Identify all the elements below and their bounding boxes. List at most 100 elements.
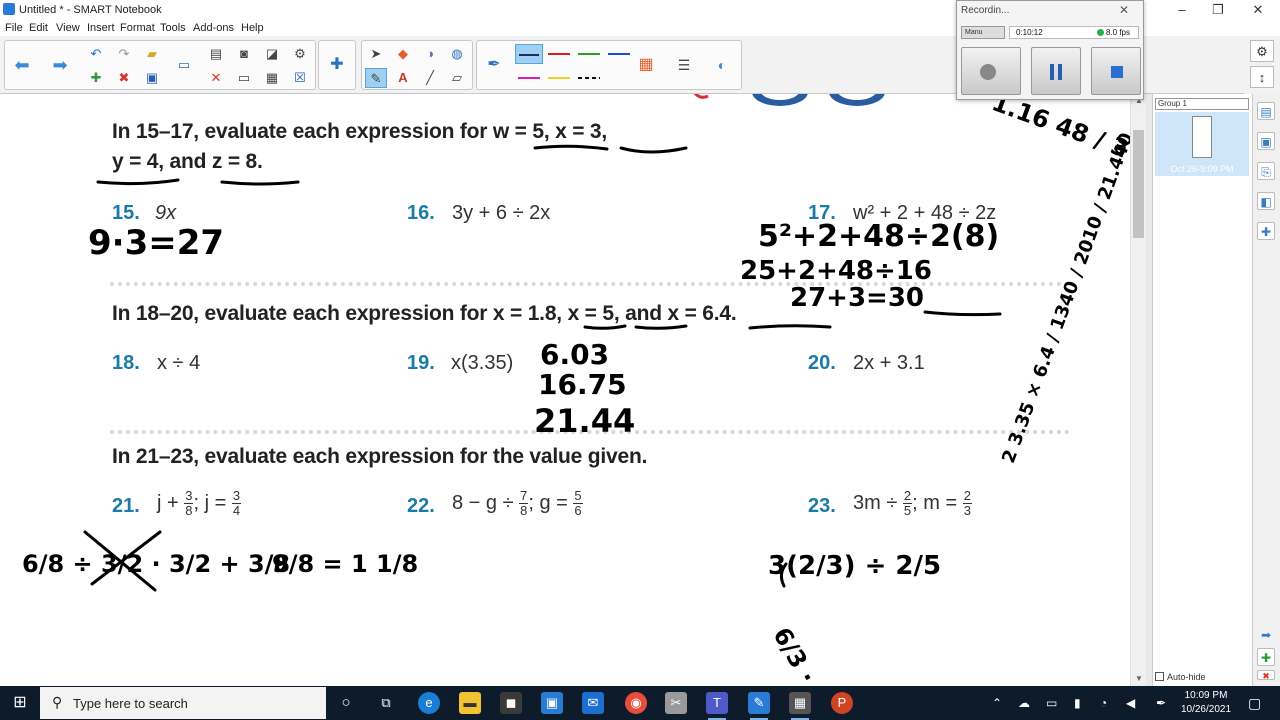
- clear-icon[interactable]: ✕: [205, 68, 227, 88]
- menu-tools[interactable]: Tools: [160, 22, 186, 34]
- tray-chevron-icon[interactable]: ⌃: [992, 686, 1002, 720]
- close-window-button[interactable]: ✕: [1240, 0, 1276, 20]
- pen-tray-icon[interactable]: ✒: [1156, 686, 1166, 720]
- battery-icon[interactable]: ▮: [1074, 686, 1081, 720]
- color-palette-icon[interactable]: ▦: [635, 55, 657, 75]
- sharing-icon[interactable]: ⚙: [289, 44, 311, 64]
- settings-gear-icon[interactable]: ⚙: [1250, 40, 1274, 62]
- menu-edit[interactable]: Edit: [29, 22, 48, 34]
- full-screen-icon[interactable]: ▭: [233, 68, 255, 88]
- maximize-button[interactable]: ❐: [1200, 0, 1236, 20]
- capture-icon[interactable]: ◙: [233, 44, 255, 64]
- pause-button[interactable]: [1031, 47, 1081, 95]
- mail-icon[interactable]: ✉: [582, 692, 604, 714]
- file-explorer-icon[interactable]: ▬: [459, 692, 481, 714]
- scrollbar-thumb[interactable]: [1133, 130, 1144, 238]
- puzzle-icon[interactable]: ✚: [326, 55, 348, 75]
- side-tabs: ▤ ▣ ⎘ ◧ ✚ ➡ ✚ ✖: [1252, 94, 1280, 686]
- taskbar-clock[interactable]: 10:09 PM 10/26/2021: [1178, 689, 1234, 717]
- attachments-tab-icon[interactable]: ⎘: [1257, 162, 1275, 180]
- menu-view[interactable]: View: [56, 22, 80, 34]
- select-icon[interactable]: ➤: [365, 44, 387, 64]
- pen-style-green[interactable]: [575, 44, 603, 64]
- magic-pen-icon[interactable]: ◑: [419, 44, 441, 64]
- snip-tool-icon[interactable]: ✂: [665, 692, 687, 714]
- recorder-mode-dropdown[interactable]: Manu: [961, 26, 1005, 39]
- screen-shade-icon[interactable]: ▭: [173, 55, 195, 75]
- recorder-close-button[interactable]: ✕: [1119, 3, 1129, 17]
- teams-icon[interactable]: T: [706, 692, 728, 720]
- move-toolbar-icon[interactable]: ↕: [1250, 66, 1274, 88]
- task-view-icon[interactable]: ⧉: [375, 692, 397, 714]
- page-sorter-tab-icon[interactable]: ▤: [1257, 102, 1275, 120]
- paste-icon[interactable]: ▤: [205, 44, 227, 64]
- scroll-down-icon[interactable]: ▼: [1131, 674, 1147, 683]
- menu-addons[interactable]: Add-ons: [193, 22, 234, 34]
- stop-button[interactable]: [1091, 47, 1141, 95]
- search-placeholder: Type here to search: [73, 696, 188, 711]
- save-icon[interactable]: ▣: [141, 68, 163, 88]
- add-page-side-icon[interactable]: ✚: [1257, 648, 1275, 666]
- recorder-status: 0:10:12 8.0 fps: [1009, 26, 1139, 39]
- record-button[interactable]: [961, 47, 1021, 95]
- onedrive-icon[interactable]: ☁: [1018, 686, 1030, 720]
- chrome-icon[interactable]: ◉: [625, 692, 647, 714]
- line-thickness-icon[interactable]: ☰: [673, 55, 695, 75]
- addons-tab-icon[interactable]: ✚: [1257, 222, 1275, 240]
- pen-style-dark-blue[interactable]: [515, 44, 543, 64]
- menu-help[interactable]: Help: [241, 22, 264, 34]
- line-icon[interactable]: ╱: [419, 68, 441, 88]
- open-icon[interactable]: ▰: [141, 44, 163, 64]
- powerpoint-icon[interactable]: P: [831, 692, 853, 714]
- handwriting-ink-layer: 9·3=27 5²+2+48÷2(8) 25+2+48÷16 27+3=30 6…: [22, 94, 1130, 686]
- pen-style-blue[interactable]: [605, 44, 633, 64]
- recording-indicator-icon: [1096, 29, 1104, 36]
- close-x-icon[interactable]: ☒: [289, 68, 311, 88]
- add-page-icon[interactable]: ✚: [85, 68, 107, 88]
- minimize-button[interactable]: –: [1164, 0, 1200, 20]
- menu-insert[interactable]: Insert: [87, 22, 115, 34]
- taskbar-search[interactable]: ⚲ Type here to search: [40, 687, 326, 719]
- store-icon[interactable]: ◼: [500, 692, 522, 714]
- delete-page-side-icon[interactable]: ✖: [1257, 670, 1275, 681]
- group-select[interactable]: Group 1: [1155, 98, 1249, 110]
- pen-style-yellow[interactable]: [545, 68, 573, 88]
- undo-icon[interactable]: ↶: [85, 44, 107, 64]
- document-camera-icon[interactable]: ◪: [261, 44, 283, 64]
- notifications-icon[interactable]: ▢: [1248, 686, 1261, 720]
- autohide-checkbox[interactable]: Auto-hide: [1155, 672, 1206, 682]
- smart-notebook-app-icon: [3, 3, 15, 15]
- edge-browser-icon[interactable]: e: [418, 692, 440, 714]
- next-page-arrow-icon[interactable]: ➡: [1257, 626, 1275, 644]
- pen-icon[interactable]: ✎: [365, 68, 387, 88]
- fill-icon[interactable]: ◍: [446, 44, 468, 64]
- forward-icon[interactable]: ➡: [49, 55, 71, 75]
- pen-style-red[interactable]: [545, 44, 573, 64]
- smart-recorder-taskbar-icon[interactable]: ▦: [789, 692, 811, 720]
- properties-icon[interactable]: ◐: [711, 55, 733, 75]
- vertical-scrollbar[interactable]: ▲ ▼: [1130, 94, 1146, 686]
- pen-style-magenta[interactable]: [515, 68, 543, 88]
- menu-file[interactable]: File: [5, 22, 23, 34]
- table-icon[interactable]: ▦: [261, 68, 283, 88]
- wifi-icon[interactable]: ◔: [1100, 686, 1107, 720]
- eraser-icon[interactable]: ▱: [446, 68, 468, 88]
- start-button-windows-icon[interactable]: ⊞: [0, 686, 40, 720]
- smart-notebook-taskbar-icon[interactable]: ✎: [748, 692, 770, 720]
- page-thumbnail[interactable]: Oct 26-9:09 PM: [1155, 112, 1249, 176]
- photos-icon[interactable]: ▣: [541, 692, 563, 714]
- delete-page-icon[interactable]: ✖: [113, 68, 135, 88]
- menu-format[interactable]: Format: [120, 22, 155, 34]
- volume-icon[interactable]: ◀: [1126, 686, 1135, 720]
- pen-style-dashed-black[interactable]: [575, 68, 603, 88]
- notebook-canvas[interactable]: In 15–17, evaluate each expression for w…: [0, 94, 1130, 686]
- shapes-icon[interactable]: ◆: [392, 44, 414, 64]
- redo-icon[interactable]: ↷: [113, 44, 135, 64]
- cortana-icon[interactable]: ○: [335, 692, 357, 714]
- back-icon[interactable]: ⬅: [11, 55, 33, 75]
- gallery-tab-icon[interactable]: ▣: [1257, 132, 1275, 150]
- properties-tab-icon[interactable]: ◧: [1257, 192, 1275, 210]
- network-icon[interactable]: ▭: [1046, 686, 1057, 720]
- text-icon[interactable]: A: [392, 68, 414, 88]
- pen-type-icon[interactable]: ✒: [483, 55, 505, 75]
